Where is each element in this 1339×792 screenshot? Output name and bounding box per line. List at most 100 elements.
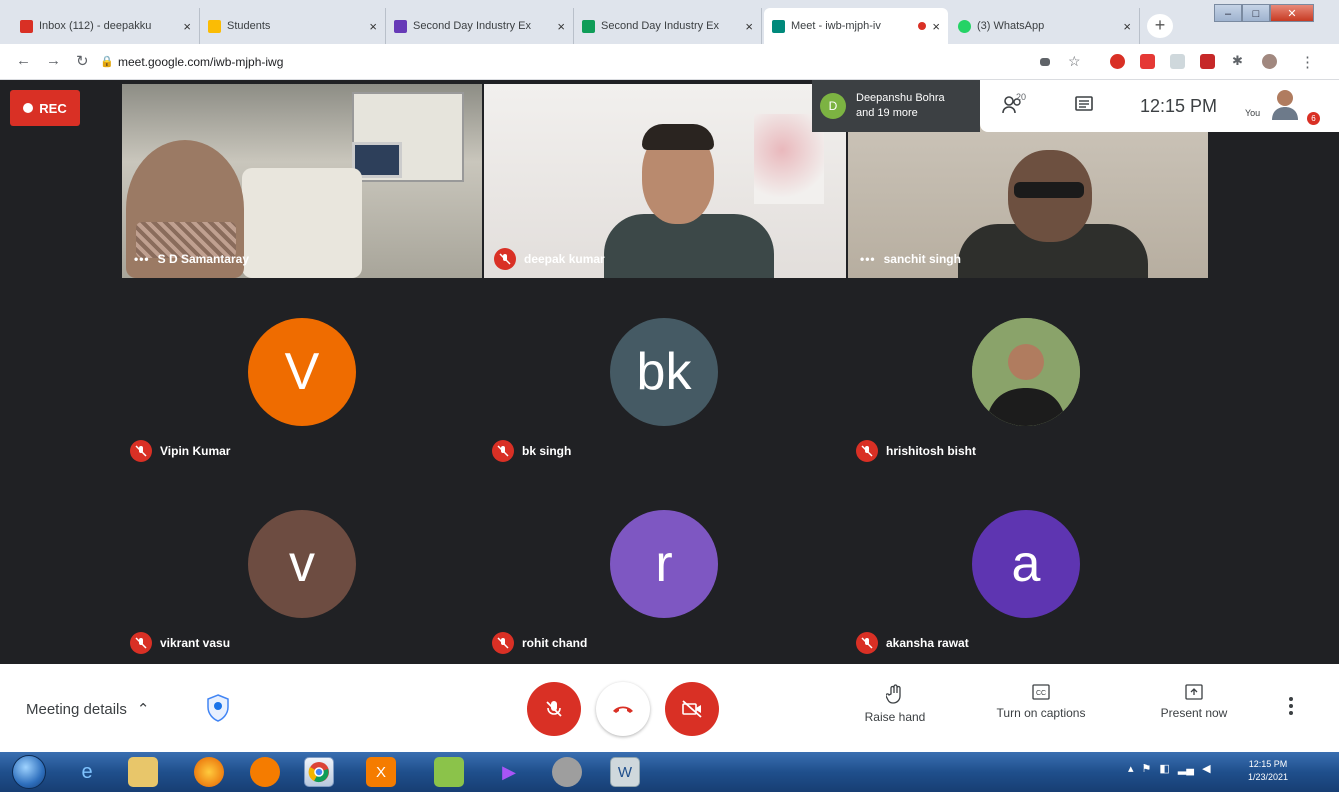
paint-icon[interactable] xyxy=(434,757,464,787)
minimize-button[interactable]: – xyxy=(1214,4,1242,22)
new-tab-button[interactable]: + xyxy=(1147,14,1173,38)
chat-icon xyxy=(1075,96,1093,111)
whatsapp-icon xyxy=(958,19,971,33)
tab-title: Students xyxy=(227,20,271,32)
meeting-clock: 12:15 PM xyxy=(1140,96,1218,116)
more-dots-icon: ••• xyxy=(134,252,150,266)
present-now-button[interactable]: Present now xyxy=(1134,684,1254,720)
tab-gmail[interactable]: Inbox (112) - deepakku × xyxy=(12,8,200,44)
star-icon[interactable]: ☆ xyxy=(1068,53,1081,70)
menu-icon[interactable]: ⋮ xyxy=(1300,53,1315,71)
firefox-icon[interactable] xyxy=(194,757,224,787)
participant-label: S D Samantaray xyxy=(157,252,249,266)
people-button[interactable]: 20 xyxy=(1002,92,1026,119)
close-icon[interactable]: × xyxy=(369,19,377,34)
close-icon[interactable]: × xyxy=(1123,19,1131,34)
windows-taskbar: e X ▶ W ▴ ⚑ ◧ ▂▄ ◀ 12:15 PM 1/23/2021 xyxy=(0,752,1339,792)
leave-call-button[interactable] xyxy=(596,682,650,736)
recording-indicator: REC xyxy=(10,90,80,126)
camera-off-icon xyxy=(682,700,702,718)
camera-toggle-button[interactable] xyxy=(665,682,719,736)
profile-photo-icon xyxy=(972,318,1080,426)
chat-button[interactable] xyxy=(1074,95,1094,120)
word-processor-icon[interactable]: W xyxy=(610,757,640,787)
close-icon[interactable]: × xyxy=(557,19,565,34)
close-icon[interactable]: × xyxy=(183,19,191,34)
reload-icon[interactable]: ↻ xyxy=(76,52,89,70)
captions-button[interactable]: CC Turn on captions xyxy=(981,684,1101,720)
meet-stage: REC ••• S D Samantaray deepak kumar ••• … xyxy=(0,80,1339,664)
tray-arrow-icon[interactable]: ▴ xyxy=(1128,762,1134,775)
participant-tile[interactable]: r rohit chand xyxy=(484,472,846,662)
mic-toggle-button[interactable] xyxy=(527,682,581,736)
chair xyxy=(242,168,362,278)
chrome-taskbar-button[interactable] xyxy=(304,757,334,787)
xampp-icon[interactable]: X xyxy=(366,757,396,787)
url-field[interactable]: meet.google.com/iwb-mjph-iwg xyxy=(118,55,283,69)
security-button[interactable] xyxy=(206,694,230,727)
media-player-icon[interactable] xyxy=(250,757,280,787)
start-button[interactable] xyxy=(12,755,46,789)
chevron-up-icon: ⌃ xyxy=(136,701,150,718)
clock-time: 12:15 PM xyxy=(1248,759,1288,769)
lock-icon[interactable]: 🔒 xyxy=(100,55,114,68)
participant-name: hrishitosh bisht xyxy=(856,440,976,462)
tab-meet[interactable]: Meet - iwb-mjph-iv × xyxy=(764,8,948,44)
file-explorer-icon[interactable] xyxy=(128,757,158,787)
raise-hand-button[interactable]: Raise hand xyxy=(835,684,955,724)
network-icon[interactable]: ◧ xyxy=(1159,762,1169,775)
flag-icon[interactable]: ⚑ xyxy=(1142,762,1152,775)
meet-icon xyxy=(772,19,785,33)
present-label: Present now xyxy=(1160,706,1228,720)
participant-tile[interactable]: a akansha rawat xyxy=(848,472,1208,662)
camera-icon[interactable] xyxy=(1040,58,1050,66)
internet-explorer-icon[interactable]: e xyxy=(72,757,102,787)
participant-name: rohit chand xyxy=(492,632,587,654)
participant-jacket xyxy=(604,214,774,278)
close-icon[interactable]: × xyxy=(745,19,753,34)
system-tray: ▴ ⚑ ◧ ▂▄ ◀ xyxy=(1128,762,1211,775)
participant-name: deepak kumar xyxy=(494,248,605,270)
participants-preview[interactable]: D Deepanshu Bohra and 19 more xyxy=(812,80,980,132)
participant-tile[interactable]: bk bk singh xyxy=(484,280,846,470)
sheet-icon xyxy=(208,19,221,33)
tab-students[interactable]: Students × xyxy=(200,8,386,44)
more-options-button[interactable] xyxy=(1288,696,1294,721)
pdf-extension-icon[interactable] xyxy=(1200,54,1215,69)
mic-off-icon xyxy=(546,701,562,717)
snipping-tool-icon[interactable] xyxy=(552,757,582,787)
volume-icon[interactable]: ◀ xyxy=(1202,762,1210,775)
tab-whatsapp[interactable]: (3) WhatsApp × xyxy=(950,8,1140,44)
taskbar-clock[interactable]: 12:15 PM 1/23/2021 xyxy=(1248,758,1288,784)
tab-sheets[interactable]: Second Day Industry Ex × xyxy=(574,8,762,44)
recording-dot-icon xyxy=(918,22,927,30)
participant-label: sanchit singh xyxy=(883,252,961,266)
forward-icon[interactable]: → xyxy=(46,52,61,69)
participant-tile[interactable]: hrishitosh bisht xyxy=(848,280,1208,470)
back-icon[interactable]: ← xyxy=(16,52,31,69)
participant-name: bk singh xyxy=(492,440,571,462)
video-tile[interactable]: ••• S D Samantaray xyxy=(122,84,482,278)
avatar: D xyxy=(820,93,846,119)
shield-icon xyxy=(207,694,229,722)
address-bar: ← → ↻ 🔒 meet.google.com/iwb-mjph-iwg ☆ ✱… xyxy=(0,44,1339,80)
participant-tile[interactable]: V Vipin Kumar xyxy=(122,280,482,470)
participant-tile[interactable]: v vikrant vasu xyxy=(122,472,482,662)
tab-forms[interactable]: Second Day Industry Ex × xyxy=(386,8,574,44)
extension-icon[interactable] xyxy=(1140,54,1155,69)
profile-icon[interactable] xyxy=(1262,54,1277,69)
maximize-button[interactable]: □ xyxy=(1242,4,1270,22)
signal-icon[interactable]: ▂▄ xyxy=(1178,762,1194,775)
stop-extension-icon[interactable] xyxy=(1110,54,1125,69)
video-tile[interactable]: deepak kumar xyxy=(484,84,846,278)
visual-studio-icon[interactable]: ▶ xyxy=(494,757,524,787)
puzzle-icon[interactable]: ✱ xyxy=(1232,53,1243,69)
close-window-button[interactable]: ✕ xyxy=(1270,4,1314,22)
close-icon[interactable]: × xyxy=(932,19,940,34)
mic-off-icon xyxy=(492,440,514,462)
participants-text: Deepanshu Bohra and 19 more xyxy=(856,91,945,121)
extension-icon[interactable] xyxy=(1170,54,1185,69)
meeting-details-button[interactable]: Meeting details ⌃ xyxy=(26,700,150,719)
participant-label: bk singh xyxy=(522,444,572,458)
self-view[interactable] xyxy=(1270,88,1300,120)
